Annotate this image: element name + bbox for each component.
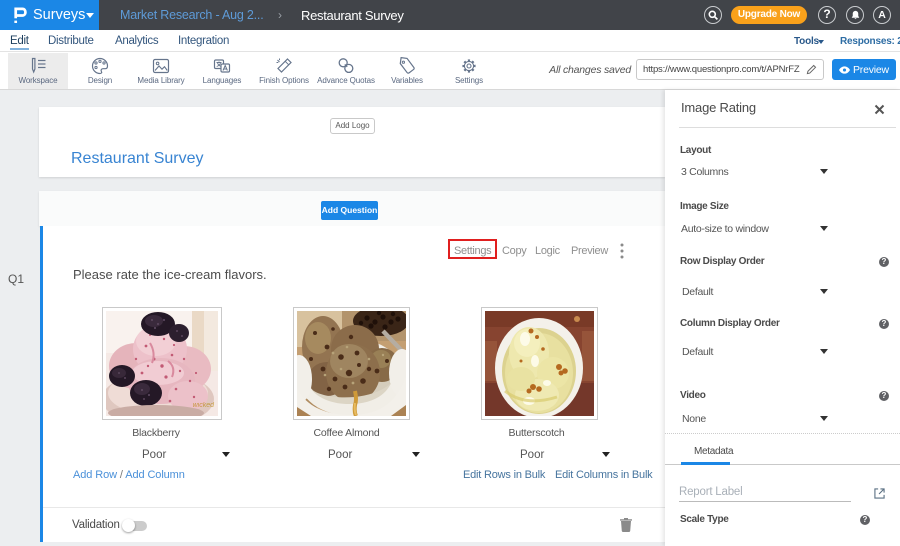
svg-text:wicked: wicked [193, 402, 216, 409]
